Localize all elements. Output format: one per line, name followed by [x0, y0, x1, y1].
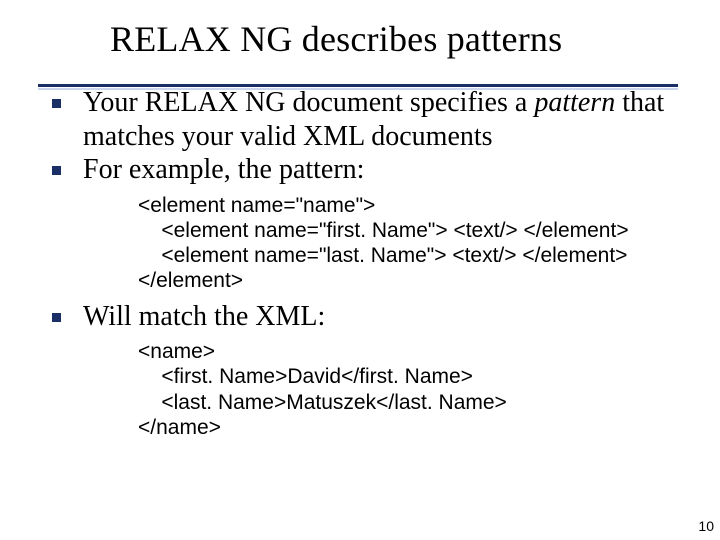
bullet-text: Will match the XML:: [83, 300, 325, 334]
code-line: <last. Name>Matuszek</last. Name>: [138, 391, 507, 414]
page-number: 10: [698, 518, 714, 534]
bullet-item: Your RELAX NG document specifies a patte…: [52, 86, 700, 153]
bullet-text: Your RELAX NG document specifies a patte…: [83, 86, 700, 153]
code-line: <first. Name>David</first. Name>: [138, 365, 473, 388]
square-bullet-icon: [52, 313, 61, 322]
code-line: <name>: [138, 340, 215, 363]
code-block-xml: <name> <first. Name>David</first. Name> …: [138, 339, 700, 440]
code-block-pattern: <element name="name"> <element name="fir…: [138, 193, 700, 294]
title-area: RELAX NG describes patterns: [0, 18, 720, 60]
bullet-text: For example, the pattern:: [83, 153, 364, 187]
code-line: </name>: [138, 416, 221, 439]
slide: RELAX NG describes patterns Your RELAX N…: [0, 0, 720, 540]
bullet-item: For example, the pattern:: [52, 153, 700, 187]
slide-title: RELAX NG describes patterns: [110, 18, 720, 60]
code-line: <element name="last. Name"> <text/> </el…: [138, 244, 627, 267]
code-line: </element>: [138, 269, 243, 292]
square-bullet-icon: [52, 99, 61, 108]
square-bullet-icon: [52, 166, 61, 175]
code-line: <element name="name">: [138, 194, 375, 217]
content-area: Your RELAX NG document specifies a patte…: [52, 86, 700, 446]
bullet-item: Will match the XML:: [52, 300, 700, 334]
text-span: Your RELAX NG document specifies a: [83, 87, 534, 118]
code-line: <element name="first. Name"> <text/> </e…: [138, 219, 629, 242]
emphasis-pattern: pattern: [534, 87, 615, 118]
